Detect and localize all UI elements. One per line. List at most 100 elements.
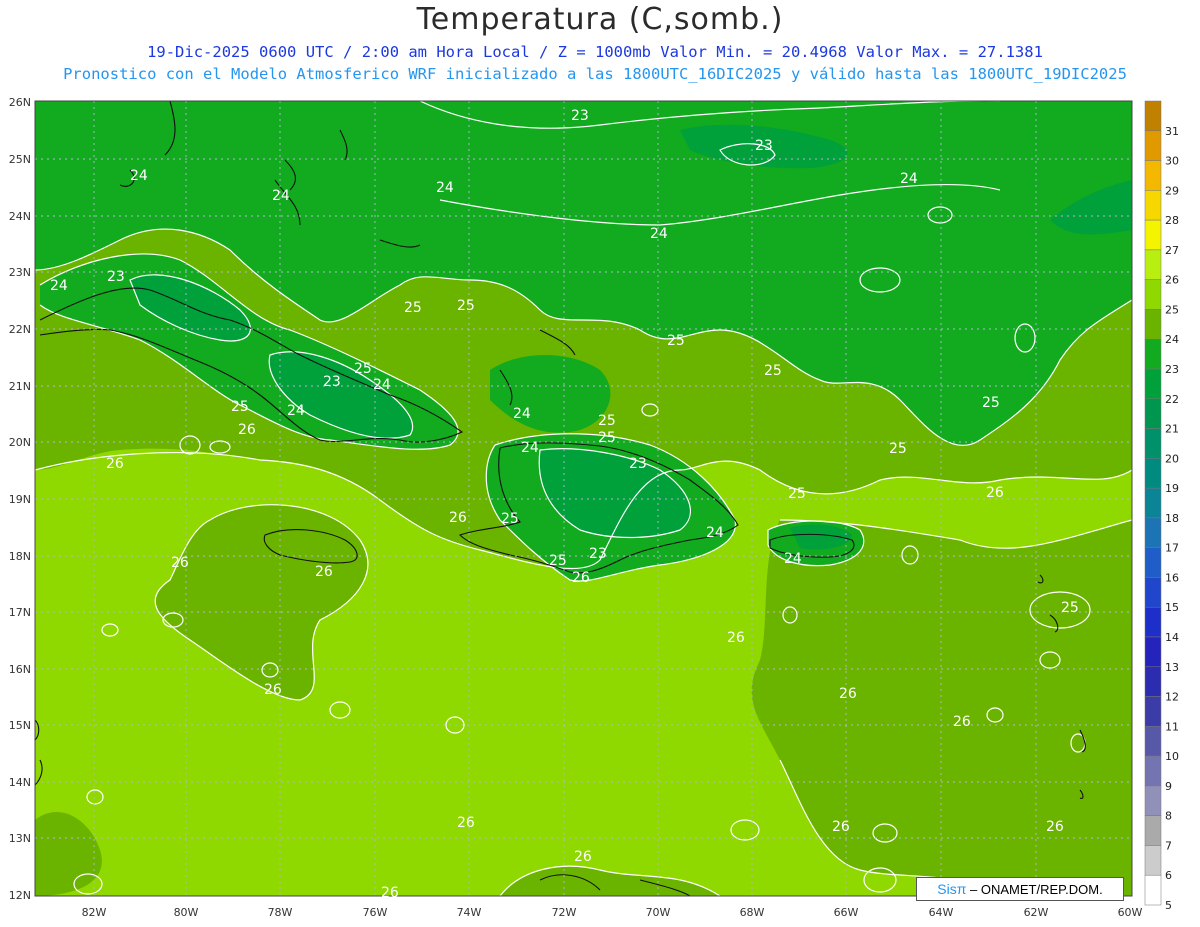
lon-label: 72W	[552, 906, 577, 919]
lat-label: 23N	[9, 266, 31, 279]
lat-label: 25N	[9, 153, 31, 166]
contour-label: 24	[287, 403, 305, 419]
contour-label: 24	[272, 188, 290, 204]
contour-label: 24	[784, 551, 802, 567]
colorbar-label: 9	[1165, 780, 1172, 793]
lon-label: 64W	[929, 906, 954, 919]
contour-label: 23	[589, 546, 607, 562]
colorbar-label: 8	[1165, 810, 1172, 823]
contour-label: 26	[457, 815, 475, 831]
latitude-labels: 26N 25N 24N 23N 22N 21N 20N 19N 18N 17N …	[9, 96, 31, 902]
lon-label: 66W	[834, 906, 859, 919]
colorbar-swatch	[1144, 636, 1162, 668]
map-fields	[35, 101, 1132, 896]
contour-label: 26	[315, 564, 333, 580]
lat-label: 21N	[9, 380, 31, 393]
contour-label: 25	[457, 298, 475, 314]
contour-label: 24	[513, 406, 531, 422]
colorbar-label: 23	[1165, 363, 1179, 376]
contour-label: 24	[521, 440, 539, 456]
colorbar-label: 30	[1165, 155, 1179, 168]
contour-label: 25	[354, 361, 372, 377]
lon-label: 74W	[457, 906, 482, 919]
contour-label: 23	[629, 456, 647, 472]
contour-label: 23	[107, 269, 125, 285]
contour-label: 24	[373, 377, 391, 393]
colorbar-label: 7	[1165, 839, 1172, 852]
lon-label: 80W	[174, 906, 199, 919]
colorbar-label: 18	[1165, 512, 1179, 525]
colorbar-swatch	[1144, 428, 1162, 459]
colorbar-swatch	[1144, 517, 1162, 548]
contour-label: 24	[650, 226, 668, 242]
lat-label: 20N	[9, 436, 31, 449]
contour-label: 25	[231, 399, 249, 415]
colorbar-swatch	[1144, 249, 1162, 280]
lon-label: 76W	[363, 906, 388, 919]
contour-label: 26	[264, 682, 282, 698]
colorbar-label: 15	[1165, 601, 1179, 614]
sispi-logo: Sisπ	[937, 881, 967, 897]
contour-label: 24	[436, 180, 454, 196]
contour-label: 26	[727, 630, 745, 646]
colorbar-swatch	[1144, 845, 1162, 876]
contour-label: 26	[1046, 819, 1064, 835]
colorbar-swatch	[1144, 368, 1162, 400]
colorbar-swatch	[1144, 726, 1162, 757]
colorbar-swatch	[1144, 547, 1162, 578]
contour-label: 24	[706, 525, 724, 541]
colorbar-label: 17	[1165, 542, 1179, 555]
contour-label: 25	[667, 333, 685, 349]
contour-label: 26	[238, 422, 256, 438]
colorbar-swatch	[1144, 338, 1162, 370]
colorbar-label: 12	[1165, 691, 1179, 704]
colorbar-swatch	[1144, 130, 1162, 161]
colorbar-swatch	[1144, 696, 1162, 727]
contour-label: 25	[598, 430, 616, 446]
colorbar-label: 14	[1165, 631, 1179, 644]
contour-label: 25	[764, 363, 782, 379]
colorbar-swatch	[1144, 309, 1162, 340]
contour-label: 24	[50, 278, 68, 294]
colorbar-swatch	[1144, 219, 1162, 251]
longitude-labels: 82W 80W 78W 76W 74W 72W 70W 68W 66W 64W …	[82, 906, 1143, 919]
lon-label: 68W	[740, 906, 765, 919]
credit-text: – ONAMET/REP.DOM.	[966, 882, 1103, 897]
colorbar-swatch	[1144, 785, 1162, 816]
contour-label: 23	[755, 138, 773, 154]
colorbar-label: 24	[1165, 333, 1179, 346]
lat-label: 15N	[9, 719, 31, 732]
contour-label: 25	[982, 395, 1000, 411]
contour-label: 25	[549, 553, 567, 569]
contour-label: 26	[572, 570, 590, 586]
lat-label: 26N	[9, 96, 31, 109]
contour-label: 26	[171, 555, 189, 571]
lat-label: 17N	[9, 606, 31, 619]
colorbar-label: 27	[1165, 244, 1179, 257]
lat-label: 13N	[9, 832, 31, 845]
colorbar-label: 28	[1165, 214, 1179, 227]
colorbar-label: 16	[1165, 571, 1179, 584]
contour-label: 25	[598, 413, 616, 429]
colorbar-label: 21	[1165, 423, 1179, 436]
lon-label: 82W	[82, 906, 107, 919]
lat-label: 19N	[9, 493, 31, 506]
credit-box: Sisπ – ONAMET/REP.DOM.	[916, 877, 1124, 901]
contour-label: 25	[501, 511, 519, 527]
colorbar-swatch	[1144, 458, 1162, 489]
lon-label: 70W	[646, 906, 671, 919]
colorbar-label: 20	[1165, 452, 1179, 465]
lon-label: 60W	[1118, 906, 1143, 919]
colorbar-label: 6	[1165, 869, 1172, 882]
contour-label: 26	[986, 485, 1004, 501]
colorbar-swatch	[1144, 815, 1162, 846]
colorbar-swatch	[1144, 577, 1162, 608]
colorbar-swatch	[1144, 279, 1162, 310]
lat-label: 16N	[9, 663, 31, 676]
lat-label: 22N	[9, 323, 31, 336]
lat-label: 14N	[9, 776, 31, 789]
contour-label: 25	[404, 300, 422, 316]
contour-label: 25	[889, 441, 907, 457]
lat-label: 12N	[9, 889, 31, 902]
colorbar-swatch	[1144, 606, 1162, 638]
